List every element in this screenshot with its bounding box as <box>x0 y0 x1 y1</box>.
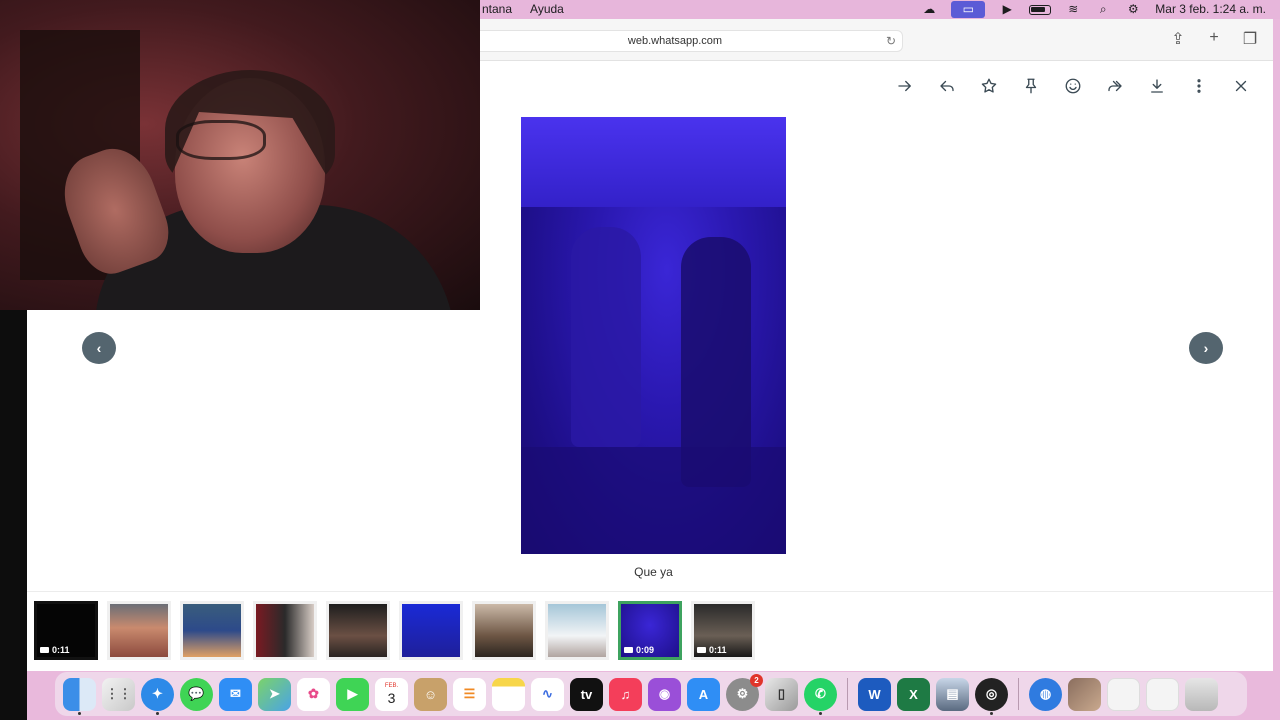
app-store-icon[interactable]: A <box>687 677 720 711</box>
pin-icon[interactable] <box>1019 75 1042 97</box>
previous-media-button[interactable]: ‹ <box>82 332 116 364</box>
control-center-icon[interactable]: ⚙ <box>1125 2 1141 16</box>
podcasts-icon[interactable]: ◉ <box>648 677 681 711</box>
video-scene-floor <box>521 447 786 554</box>
menu-bar-clock[interactable]: Mar 3 feb. 1:24 a. m. <box>1155 0 1266 19</box>
thumb-video-1[interactable]: 0:11 <box>34 601 98 660</box>
video-duration: 0:09 <box>624 645 654 655</box>
address-bar-url: web.whatsapp.com <box>627 35 723 47</box>
thumb-photo-3[interactable] <box>253 601 317 660</box>
contacts-icon[interactable]: ☺ <box>414 677 447 711</box>
recent-photo-icon[interactable] <box>1068 677 1101 711</box>
trash-icon[interactable] <box>1185 677 1218 711</box>
photos-icon[interactable]: ✿ <box>297 677 330 711</box>
emoji-icon[interactable] <box>1061 75 1084 97</box>
webcam-person-glasses <box>176 120 266 160</box>
calendar-day: 3 <box>387 689 396 706</box>
thumb-photo-2[interactable] <box>180 601 244 660</box>
media-thumbnail-strip: 0:11 0:09 0:11 <box>27 591 1273 671</box>
thumb-video-2-active[interactable]: 0:09 <box>618 601 682 660</box>
excel-icon[interactable]: X <box>897 677 930 711</box>
video-duration: 0:11 <box>40 645 70 655</box>
chevron-left-icon: ‹ <box>96 340 102 356</box>
media-video-frame[interactable] <box>521 117 786 554</box>
thumb-photo-1[interactable] <box>107 601 171 660</box>
search-icon[interactable]: ⌕ <box>1095 2 1111 16</box>
macos-dock: ⋮⋮ ✦ 💬 ✉ ➤ ✿ ▶ FEB. 3 ☺ ☰ ∿ tv ♫ ◉ A ⚙ 2… <box>55 672 1247 716</box>
play-icon[interactable]: ▶ <box>999 2 1015 16</box>
address-bar[interactable]: web.whatsapp.com ↻ <box>447 30 903 52</box>
finder-icon[interactable] <box>63 677 96 715</box>
close-icon[interactable] <box>1229 75 1252 97</box>
reply-icon[interactable] <box>935 75 958 97</box>
obs-icon[interactable]: ◎ <box>975 677 1008 715</box>
screen-mirroring-icon[interactable]: ▭ <box>951 1 986 18</box>
reload-icon[interactable]: ↻ <box>886 31 896 51</box>
battery-icon[interactable] <box>1029 4 1052 15</box>
launchpad-icon[interactable]: ⋮⋮ <box>102 677 135 711</box>
word-icon[interactable]: W <box>858 677 891 711</box>
safari-icon[interactable]: ✦ <box>141 677 174 715</box>
more-options-icon[interactable] <box>1187 75 1210 97</box>
downloads-stack-icon[interactable] <box>1107 677 1140 711</box>
creative-cloud-icon[interactable]: ☁ <box>921 2 937 16</box>
go-to-message-icon[interactable] <box>893 75 916 97</box>
apple-tv-icon[interactable]: tv <box>570 677 603 711</box>
dock-separator <box>1018 678 1019 710</box>
share-icon[interactable]: ⇪ <box>1169 29 1187 49</box>
webcam-overlay <box>0 0 480 310</box>
iphone-mirroring-icon[interactable]: ▯ <box>765 677 798 711</box>
chevron-right-icon: › <box>1203 340 1209 356</box>
mail-icon[interactable]: ✉ <box>219 677 252 711</box>
music-icon[interactable]: ♫ <box>609 677 642 711</box>
new-tab-icon[interactable]: + <box>1205 29 1223 49</box>
reminders-icon[interactable]: ☰ <box>453 677 486 711</box>
preview-icon[interactable]: ▤ <box>936 677 969 711</box>
thumb-video-3[interactable]: 0:11 <box>691 601 755 660</box>
next-media-button[interactable]: › <box>1189 332 1223 364</box>
forward-icon[interactable] <box>1103 75 1126 97</box>
documents-stack-icon[interactable] <box>1146 677 1179 711</box>
whatsapp-icon[interactable]: ✆ <box>804 677 837 715</box>
thumb-photo-7[interactable] <box>545 601 609 660</box>
notification-badge: 2 <box>750 673 763 687</box>
wifi-icon[interactable]: ≋ <box>1065 2 1081 16</box>
calendar-month: FEB. <box>384 682 399 689</box>
menu-item-help[interactable]: Ayuda <box>530 0 564 19</box>
video-duration: 0:11 <box>697 645 727 655</box>
freeform-icon[interactable]: ∿ <box>531 677 564 711</box>
maps-icon[interactable]: ➤ <box>258 677 291 711</box>
media-viewer-actions <box>893 75 1252 97</box>
system-settings-icon[interactable]: ⚙ 2 <box>726 673 763 711</box>
dock-separator <box>847 678 848 710</box>
thumb-photo-6[interactable] <box>472 601 536 660</box>
menu-item-window[interactable]: ntana <box>482 0 512 19</box>
download-icon[interactable] <box>1145 75 1168 97</box>
calendar-icon[interactable]: FEB. 3 <box>375 677 408 711</box>
notes-icon[interactable] <box>492 677 525 711</box>
messages-icon[interactable]: 💬 <box>180 677 213 711</box>
video-scene-person <box>571 227 641 447</box>
thumb-photo-4[interactable] <box>326 601 390 660</box>
star-icon[interactable] <box>977 75 1000 97</box>
tab-overview-icon[interactable]: ❐ <box>1241 29 1259 49</box>
thumb-photo-5[interactable] <box>399 601 463 660</box>
globe-icon[interactable]: ◍ <box>1029 677 1062 711</box>
media-caption: Que ya <box>634 565 673 579</box>
facetime-icon[interactable]: ▶ <box>336 677 369 711</box>
video-scene-ceiling <box>521 117 786 207</box>
